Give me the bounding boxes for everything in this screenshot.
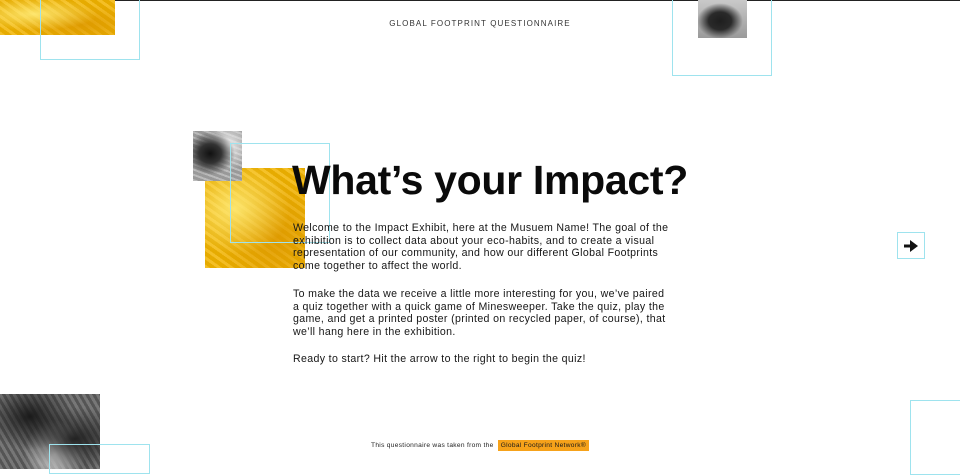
- next-button[interactable]: [897, 232, 925, 259]
- start-instruction-paragraph: Ready to start? Hit the arrow to the rig…: [293, 353, 586, 365]
- quiz-description-paragraph: To make the data we receive a little mor…: [293, 288, 666, 338]
- decorative-frame-bottom-right: [910, 400, 960, 475]
- footer-text: This questionnaire was taken from the: [371, 442, 494, 449]
- decorative-frame-top-left: [40, 0, 140, 60]
- page-header-title: GLOBAL FOOTPRINT QUESTIONNAIRE: [389, 19, 571, 28]
- top-rule: [0, 0, 960, 1]
- decorative-frame-top-right: [672, 0, 772, 76]
- arrow-right-icon: [904, 239, 918, 252]
- page-headline: What’s your Impact?: [292, 157, 688, 203]
- global-footprint-network-link[interactable]: Global Footprint Network®: [497, 440, 589, 451]
- footer-credit: This questionnaire was taken from the Gl…: [0, 440, 960, 451]
- intro-paragraph: Welcome to the Impact Exhibit, here at t…: [293, 222, 669, 272]
